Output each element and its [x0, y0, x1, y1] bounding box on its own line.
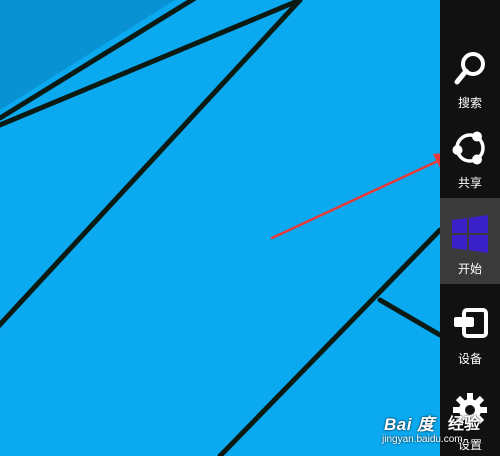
charm-search[interactable]: 搜索 [440, 38, 500, 124]
charm-settings[interactable]: 设置 [440, 380, 500, 456]
windows-logo-icon [448, 212, 492, 256]
charm-share[interactable]: 共享 [440, 118, 500, 204]
share-icon [448, 126, 492, 170]
screen: 搜索 共享 开始 设备 设置 Bai 度 经验 jingyan.baidu.co… [0, 0, 500, 456]
search-icon [448, 46, 492, 90]
charm-settings-label: 设置 [457, 438, 482, 452]
charm-start-label: 开始 [457, 262, 482, 276]
charms-bar: 搜索 共享 开始 设备 设置 [440, 0, 500, 456]
desktop-background[interactable] [0, 0, 440, 456]
settings-gear-icon [448, 388, 492, 432]
devices-icon [448, 302, 492, 346]
charm-devices[interactable]: 设备 [440, 294, 500, 380]
charm-share-label: 共享 [457, 176, 482, 190]
charm-search-label: 搜索 [457, 96, 482, 110]
charm-devices-label: 设备 [457, 352, 482, 366]
desktop-wallpaper-lines [0, 0, 440, 456]
charm-start[interactable]: 开始 [440, 198, 500, 284]
